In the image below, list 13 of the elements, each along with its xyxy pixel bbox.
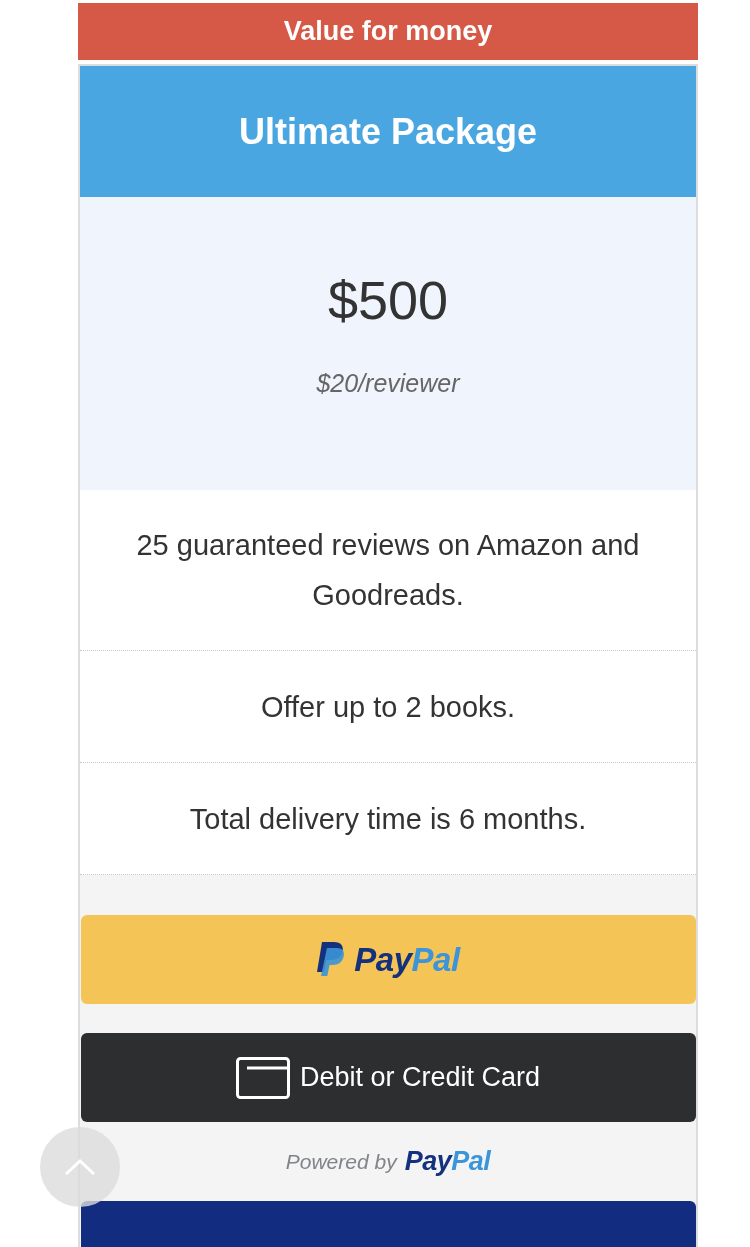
paypal-logo-icon: [316, 941, 347, 978]
unit-price: $20/reviewer: [316, 369, 460, 398]
paypal-logo: PayPal: [404, 1146, 491, 1177]
chevron-up-icon: [64, 1158, 96, 1176]
price: $500: [327, 269, 449, 331]
card-payment-button[interactable]: Debit or Credit Card: [80, 1033, 696, 1122]
ribbon-banner: Value for money: [78, 3, 698, 60]
powered-by-text: Powered by: [285, 1149, 397, 1174]
paypal-button[interactable]: PayPal: [80, 915, 696, 1004]
package-title: Ultimate Package: [80, 66, 696, 197]
feature-text: 25 guaranteed reviews on Amazon and Goodreads.: [80, 490, 696, 651]
card-icon: [235, 1056, 290, 1099]
feature-text: Offer up to 2 books.: [80, 651, 696, 763]
